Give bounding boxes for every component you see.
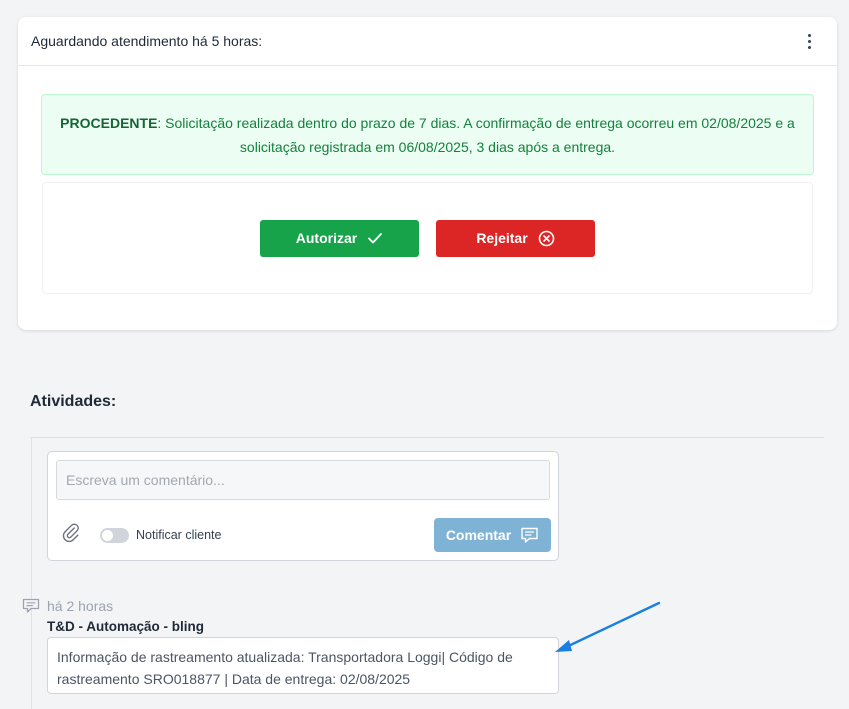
comment-input[interactable] (56, 460, 550, 500)
comment-button-label: Comentar (445, 527, 512, 543)
circle-x-icon (538, 230, 554, 246)
section-divider (30, 437, 824, 438)
paperclip-icon[interactable] (60, 522, 82, 544)
annotation-arrow (555, 601, 661, 652)
comment-button[interactable]: Comentar (434, 518, 551, 552)
authorize-button[interactable]: Autorizar (260, 219, 419, 257)
activity-time: há 2 horas (47, 598, 114, 614)
more-options-icon[interactable] (797, 29, 821, 53)
notify-customer-label: Notificar cliente (136, 528, 222, 542)
activity-author: T&D - Automação - bling (47, 619, 204, 634)
decision-actions: Autorizar Rejeitar (42, 182, 813, 294)
comment-composer: Notificar cliente Comentar (47, 451, 559, 561)
check-icon (368, 233, 383, 244)
attendance-card: Aguardando atendimento há 5 horas: PROCE… (18, 17, 837, 330)
status-message: : Solicitação realizada dentro do prazo … (157, 115, 795, 155)
status-badge: PROCEDENTE (60, 115, 158, 131)
chat-bubble-icon (521, 527, 538, 543)
activity-message: Informação de rastreamento atualizada: T… (47, 637, 559, 694)
activities-title: Atividades: (30, 393, 117, 410)
timeline-line (31, 438, 32, 709)
notify-customer-toggle[interactable] (100, 528, 129, 543)
reject-label: Rejeitar (476, 230, 528, 246)
status-alert: PROCEDENTE: Solicitação realizada dentro… (41, 94, 814, 175)
card-header: Aguardando atendimento há 5 horas: (18, 17, 837, 66)
reject-button[interactable]: Rejeitar (436, 219, 595, 257)
card-title: Aguardando atendimento há 5 horas: (31, 33, 263, 49)
authorize-label: Autorizar (295, 230, 358, 246)
chat-bubble-icon (22, 598, 40, 613)
